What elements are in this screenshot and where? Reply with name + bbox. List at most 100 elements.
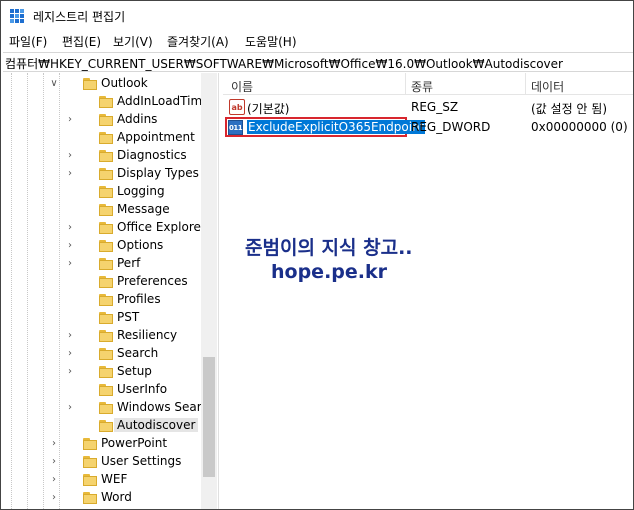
chevron-right-icon[interactable]: › bbox=[65, 240, 75, 252]
tree-item[interactable]: › User Settings bbox=[3, 453, 201, 471]
chevron-right-icon[interactable]: › bbox=[49, 492, 59, 504]
menu-favorites[interactable]: 즐겨찾기(A) bbox=[165, 33, 231, 50]
menu-file[interactable]: 파일(F) bbox=[7, 33, 49, 50]
tree-item[interactable]: Profiles bbox=[3, 291, 201, 309]
tree-item-label: UserInfo bbox=[117, 382, 168, 396]
tree-item-label: PowerPoint bbox=[101, 436, 168, 450]
value-type: REG_DWORD bbox=[411, 120, 491, 134]
chevron-right-icon[interactable]: › bbox=[65, 258, 75, 270]
tree-item[interactable]: UserInfo bbox=[3, 381, 201, 399]
tree-item-label: Office Explorer bbox=[117, 220, 206, 234]
pane-splitter[interactable] bbox=[218, 73, 222, 509]
column-separator[interactable] bbox=[525, 73, 526, 95]
value-row-selected[interactable]: 011 ExcludeExplicitO365Endpoint REG_DWOR… bbox=[223, 117, 633, 137]
chevron-right-icon[interactable]: › bbox=[49, 474, 59, 486]
value-row-default[interactable]: ab (기본값) REG_SZ (값 설정 안 됨) bbox=[223, 97, 633, 117]
value-name[interactable]: ExcludeExplicitO365Endpoint bbox=[247, 120, 426, 134]
chevron-right-icon[interactable]: › bbox=[65, 222, 75, 234]
tree-item-label: Resiliency bbox=[117, 328, 178, 342]
folder-icon bbox=[83, 491, 97, 504]
folder-icon bbox=[99, 95, 113, 108]
column-data[interactable]: 데이터 bbox=[531, 78, 564, 95]
value-data: (값 설정 안 됨) bbox=[531, 102, 608, 116]
folder-icon bbox=[99, 329, 113, 342]
tree-item[interactable]: › Perf bbox=[3, 255, 201, 273]
chevron-right-icon[interactable]: › bbox=[49, 456, 59, 468]
tree-item-label: Search bbox=[117, 346, 159, 360]
folder-icon bbox=[99, 221, 113, 234]
tree-item[interactable]: › Office Explorer bbox=[3, 219, 206, 237]
key-tree: ∨ Outlook AddInLoadTimes › Addins Appointment… bbox=[3, 73, 217, 509]
folder-icon bbox=[99, 419, 113, 432]
chevron-right-icon[interactable]: › bbox=[65, 168, 75, 180]
tree-item-label: Addins bbox=[117, 112, 158, 126]
tree-item[interactable]: PST bbox=[3, 309, 201, 327]
value-data: 0x00000000 (0) bbox=[531, 120, 628, 134]
folder-icon bbox=[99, 131, 113, 144]
list-header: 이름 종류 데이터 bbox=[223, 73, 633, 95]
tree-item[interactable]: Autodiscover bbox=[3, 417, 201, 435]
folder-icon bbox=[99, 401, 113, 414]
tree-item[interactable]: › Diagnostics bbox=[3, 147, 201, 165]
tree-item-label: Preferences bbox=[117, 274, 188, 288]
value-name: (기본값) bbox=[247, 102, 290, 116]
folder-icon bbox=[99, 113, 113, 126]
menu-bar: 파일(F) 편집(E) 보기(V) 즐겨찾기(A) 도움말(H) bbox=[1, 31, 633, 51]
selected-value-annotation: 011 ExcludeExplicitO365Endpoint bbox=[225, 117, 426, 137]
tree-item[interactable]: › Options bbox=[3, 237, 201, 255]
menu-view[interactable]: 보기(V) bbox=[111, 33, 155, 50]
folder-icon bbox=[99, 239, 113, 252]
tree-item-label: Setup bbox=[117, 364, 152, 378]
folder-icon bbox=[99, 257, 113, 270]
tree-item-label: Options bbox=[117, 238, 164, 252]
tree-item-label: Word bbox=[101, 490, 132, 504]
tree-item[interactable]: Preferences bbox=[3, 273, 201, 291]
tree-item-label: Diagnostics bbox=[117, 148, 187, 162]
tree-item[interactable]: › Word bbox=[3, 489, 201, 507]
tree-item[interactable]: › Addins bbox=[3, 111, 201, 129]
tree-item[interactable]: › PowerPoint bbox=[3, 435, 201, 453]
tree-item[interactable]: › WEF bbox=[3, 471, 201, 489]
chevron-right-icon[interactable]: › bbox=[49, 438, 59, 450]
value-type: REG_SZ bbox=[411, 100, 459, 114]
tree-item[interactable]: AddInLoadTimes bbox=[3, 93, 216, 111]
chevron-right-icon[interactable]: › bbox=[65, 402, 75, 414]
tree-scrollbar[interactable] bbox=[201, 73, 217, 509]
tree-item[interactable]: Logging bbox=[3, 183, 201, 201]
tree-item-label: Autodiscover bbox=[114, 418, 199, 432]
tree-item-label: Message bbox=[117, 202, 170, 216]
tree-item[interactable]: › Display Types bbox=[3, 165, 201, 183]
chevron-right-icon[interactable]: › bbox=[65, 114, 75, 126]
tree-item-label: Perf bbox=[117, 256, 141, 270]
watermark-text: 준범이의 지식 창고.. bbox=[245, 237, 413, 259]
chevron-right-icon[interactable]: › bbox=[65, 348, 75, 360]
binary-value-icon: 011 bbox=[228, 120, 243, 135]
tree-item[interactable]: › Resiliency bbox=[3, 327, 201, 345]
string-value-icon: ab bbox=[229, 99, 245, 115]
menu-edit[interactable]: 편집(E) bbox=[60, 33, 103, 50]
tree-scrollbar-thumb[interactable] bbox=[203, 357, 215, 477]
column-separator[interactable] bbox=[405, 73, 406, 95]
tree-item[interactable]: Appointment bbox=[3, 129, 201, 147]
tree-item[interactable]: ∨ Outlook bbox=[3, 75, 201, 93]
folder-icon bbox=[83, 77, 97, 90]
chevron-right-icon[interactable]: › bbox=[65, 366, 75, 378]
menu-help[interactable]: 도움말(H) bbox=[243, 33, 299, 50]
folder-icon bbox=[83, 437, 97, 450]
tree-item[interactable]: › Windows Search bbox=[3, 399, 216, 417]
tree-item-label: PST bbox=[117, 310, 140, 324]
tree-item-label: Display Types bbox=[117, 166, 199, 180]
tree-item[interactable]: › Setup bbox=[3, 363, 201, 381]
column-type[interactable]: 종류 bbox=[411, 78, 433, 95]
chevron-right-icon[interactable]: › bbox=[65, 150, 75, 162]
value-list: 이름 종류 데이터 ab (기본값) REG_SZ (값 설정 안 됨) 011… bbox=[223, 73, 633, 509]
chevron-right-icon[interactable]: › bbox=[65, 330, 75, 342]
chevron-down-icon[interactable]: ∨ bbox=[49, 78, 59, 90]
registry-editor-icon bbox=[10, 9, 24, 23]
address-bar[interactable]: 컴퓨터₩HKEY_CURRENT_USER₩SOFTWARE₩Microsoft… bbox=[3, 52, 633, 72]
tree-item[interactable]: Message bbox=[3, 201, 201, 219]
address-path[interactable]: 컴퓨터₩HKEY_CURRENT_USER₩SOFTWARE₩Microsoft… bbox=[5, 55, 563, 72]
tree-item[interactable]: › Search bbox=[3, 345, 201, 363]
column-name[interactable]: 이름 bbox=[231, 78, 253, 95]
folder-icon bbox=[99, 293, 113, 306]
